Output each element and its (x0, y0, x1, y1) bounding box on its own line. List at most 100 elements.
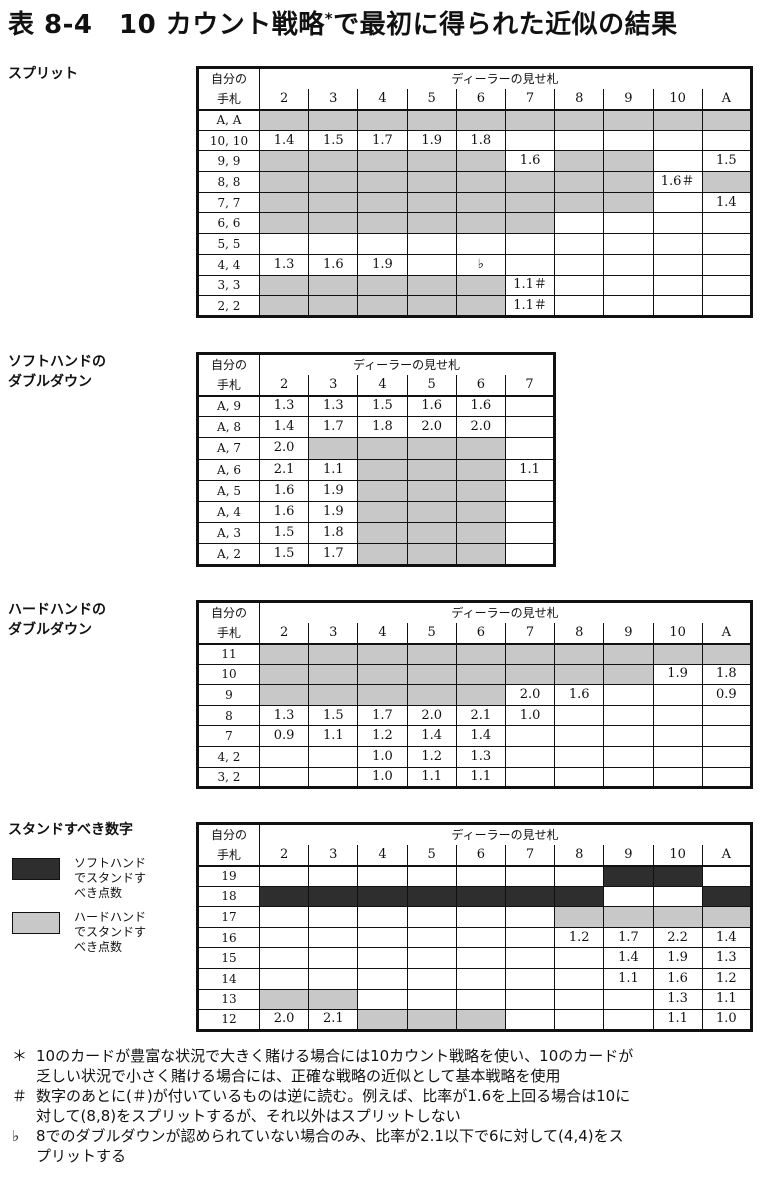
ratio-cell: 1.7 (603, 926, 654, 949)
ratio-cell: 1.6 (504, 150, 556, 173)
ratio-cell (603, 212, 654, 235)
dark-cell (652, 864, 703, 887)
shaded-cell (406, 1009, 457, 1031)
shaded-cell (258, 171, 310, 193)
ratio-cell (258, 967, 310, 990)
ratio-cell (504, 233, 556, 255)
ratio-cell: 1.6 (308, 253, 359, 276)
shaded-cell (357, 500, 408, 524)
table-row: 8 1.3 1.5 1.7 2.0 2.1 1.0 (197, 704, 752, 727)
ratio-cell: 1.3 (258, 394, 310, 418)
ratio-cell: 1.5 (308, 129, 359, 152)
dealer-upcard-label: 8 (554, 844, 605, 866)
hand-header-bottom: 手札 (197, 622, 260, 644)
ratio-cell: 1.5 (701, 150, 752, 173)
table-row: A, 9 1.3 1.3 1.5 1.6 1.6 (197, 394, 556, 418)
shaded-cell (406, 543, 457, 566)
ratio-cell: 1.1 (308, 725, 359, 747)
shaded-cell (455, 212, 506, 235)
dealer-upcard-label: 8 (554, 88, 605, 110)
shaded-cell (406, 522, 457, 545)
ratio-cell (603, 295, 654, 317)
table-row: 14 1.1 1.6 1.2 (197, 967, 752, 990)
ratio-cell (504, 864, 556, 887)
player-hand-label: 12 (197, 1009, 260, 1031)
footnote-asterisk: ＊ 10のカードが豊富な状況で大きく賭ける場合には10カウント戦略を使い、10のカ… (12, 1047, 634, 1085)
shaded-cell (357, 684, 408, 706)
table-row: 7, 7 1.4 (197, 191, 752, 214)
dealer-upcard-label: 6 (455, 374, 506, 396)
hand-header-bottom: 手札 (197, 374, 260, 396)
shaded-cell (406, 150, 457, 173)
ratio-cell (357, 988, 408, 1011)
dealer-upcard-label: 7 (504, 88, 556, 110)
table-row: A, 7 2.0 (197, 437, 556, 460)
shaded-cell (406, 642, 457, 665)
shaded-cell (455, 1009, 506, 1031)
table-row: 18 (197, 885, 752, 908)
dealer-upcard-label: A (701, 844, 752, 866)
dark-cell (455, 885, 506, 908)
ratio-cell (701, 233, 752, 255)
hand-header-bottom: 手札 (197, 88, 260, 110)
ratio-cell (504, 437, 556, 460)
ratio-cell (652, 253, 703, 276)
shaded-cell (308, 150, 359, 173)
ratio-cell (308, 947, 359, 969)
ratio-cell (701, 704, 752, 727)
ratio-cell (504, 416, 556, 439)
shaded-cell (357, 522, 408, 545)
ratio-cell (504, 522, 556, 545)
shaded-cell (308, 988, 359, 1011)
hand-header-bottom: 手札 (197, 844, 260, 866)
ratio-cell: 1.7 (308, 543, 359, 566)
page-title: 表 8-4 10 カウント戦略*で最初に得られた近似の結果 (8, 9, 678, 40)
dealer-upcard-label: 3 (308, 88, 359, 110)
ratio-cell (701, 274, 752, 297)
ratio-cell (504, 129, 556, 152)
ratio-cell (357, 947, 408, 969)
player-hand-label: 13 (197, 988, 260, 1011)
shaded-cell (455, 295, 506, 317)
ratio-cell: 1.6 (406, 394, 457, 418)
table-row: A, 4 1.6 1.9 (197, 500, 556, 524)
dealer-upcard-label: 3 (308, 374, 359, 396)
shaded-cell (455, 543, 506, 566)
footnote-sharp: ＃数字のあとに(＃)が付いているものは逆に読む。例えば、比率が1.6を上回る場合… (12, 1087, 631, 1125)
ratio-cell (258, 864, 310, 887)
dark-cell (554, 885, 605, 908)
ratio-cell: 2.0 (406, 704, 457, 727)
ratio-cell (406, 947, 457, 969)
shaded-cell (357, 191, 408, 214)
shaded-cell (406, 437, 457, 460)
dealer-upcard-label: 10 (652, 88, 703, 110)
player-hand-label: 9 (197, 684, 260, 706)
dealer-upcard-label: 4 (357, 88, 408, 110)
shaded-cell (406, 295, 457, 317)
table-row: 2, 2 1.1＃ (197, 295, 752, 317)
player-hand-label: 15 (197, 947, 260, 969)
shaded-cell (308, 212, 359, 235)
player-hand-label: A, 7 (197, 437, 260, 460)
ratio-cell: 1.2 (357, 725, 408, 747)
shaded-cell (357, 171, 408, 193)
ratio-cell (603, 704, 654, 727)
ratio-cell (406, 253, 457, 276)
dealer-upcard-label: 7 (504, 374, 556, 396)
hard-double-table: 自分の ディーラーの見せ札 手札 2 3 4 5 6 7 8 9 10 A 11 10 1.9 1.8 9 2.0 1… (196, 600, 753, 790)
player-hand-label: 5, 5 (197, 233, 260, 255)
ratio-cell: 1.6 (258, 479, 310, 502)
shaded-cell (455, 191, 506, 214)
ratio-cell (652, 233, 703, 255)
player-hand-label: 4, 4 (197, 253, 260, 276)
shaded-cell (455, 171, 506, 193)
table-row: 3, 3 1.1＃ (197, 274, 752, 297)
dark-cell (308, 885, 359, 908)
shaded-cell (504, 212, 556, 235)
ratio-cell (504, 500, 556, 524)
shaded-cell (406, 212, 457, 235)
dealer-upcard-label: 5 (406, 374, 457, 396)
hard-stand-legend-swatch (12, 912, 60, 934)
ratio-cell: 1.1 (308, 458, 359, 481)
ratio-cell (504, 253, 556, 276)
